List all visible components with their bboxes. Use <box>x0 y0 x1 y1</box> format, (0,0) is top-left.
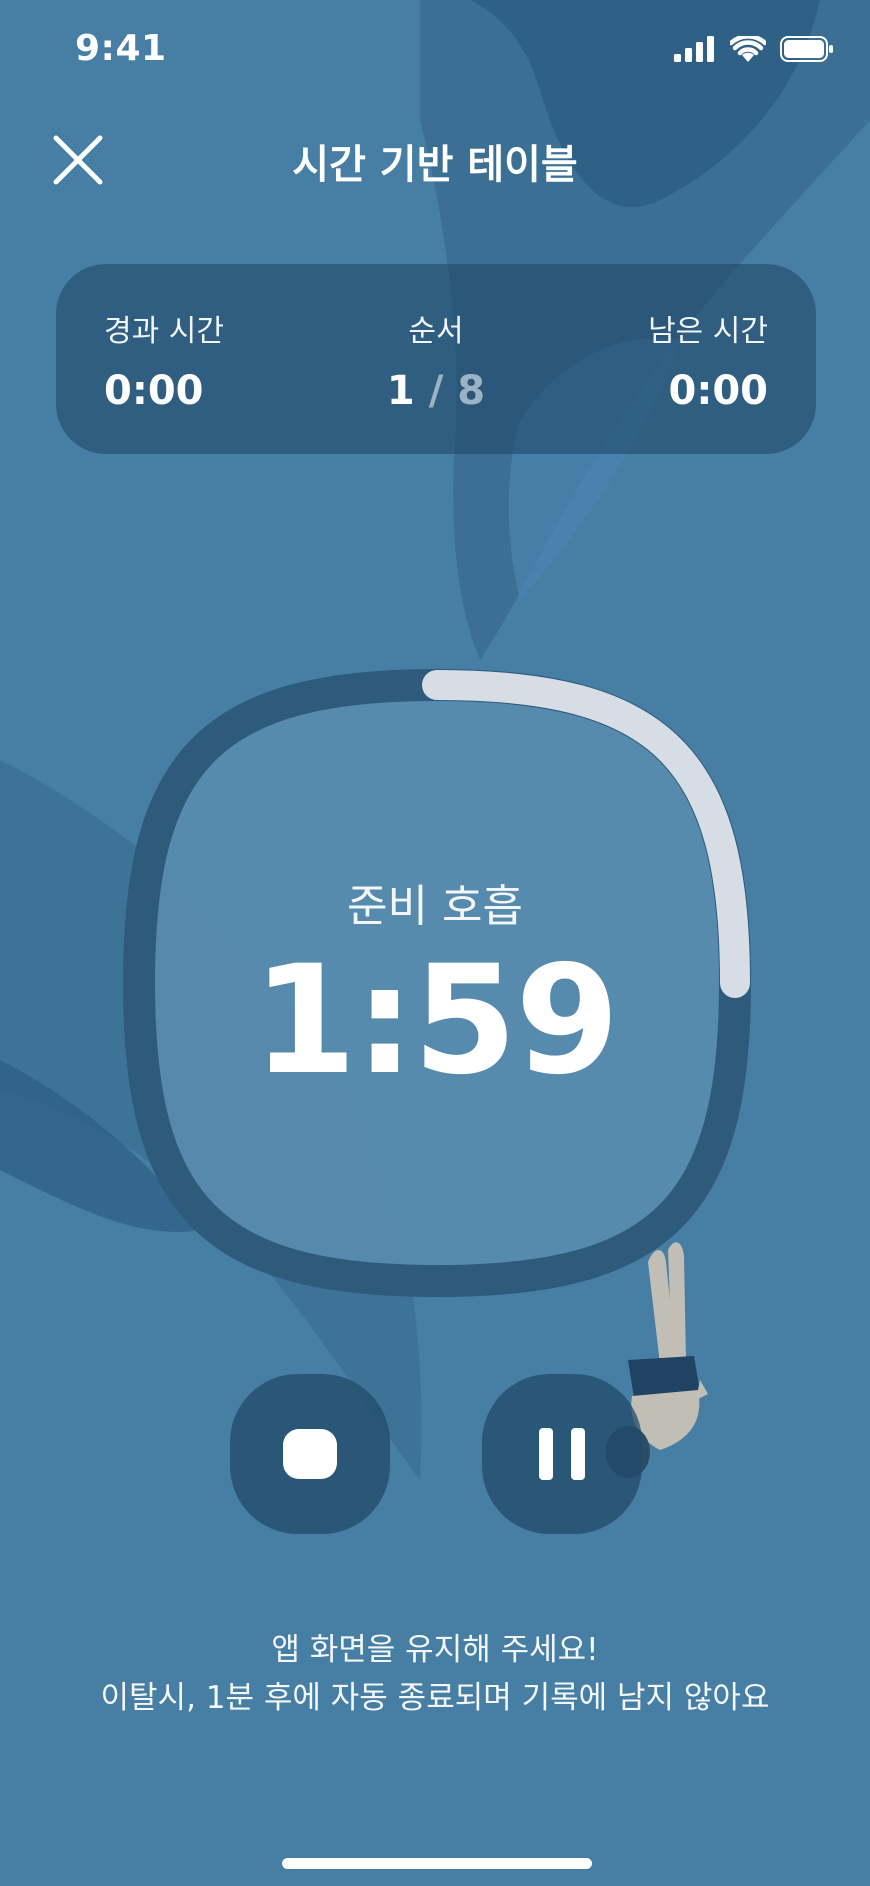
phase-label: 준비 호흡 <box>347 881 523 932</box>
wifi-icon <box>730 36 766 62</box>
order-separator: / <box>428 368 444 414</box>
pause-button[interactable] <box>482 1374 642 1534</box>
status-time: 9:41 <box>75 28 167 69</box>
stats-card: 경과 시간 0:00 순서 1 / 8 남은 시간 0:00 <box>56 264 816 454</box>
stop-icon <box>283 1429 337 1479</box>
remaining-value: 0:00 <box>668 368 769 414</box>
cellular-signal-icon <box>674 36 714 62</box>
status-icons <box>674 36 834 62</box>
pause-icon <box>539 1428 585 1480</box>
remaining-label: 남은 시간 <box>648 314 768 349</box>
timer-value: 1:59 <box>252 934 619 1108</box>
stop-button[interactable] <box>230 1374 390 1534</box>
notice-line-2: 이탈시, 1분 후에 자동 종료되며 기록에 남지 않아요 <box>100 1680 770 1716</box>
home-indicator <box>282 1858 592 1869</box>
notice-text: 앱 화면을 유지해 주세요! 이탈시, 1분 후에 자동 종료되며 기록에 남지… <box>0 1626 870 1722</box>
remaining-stat: 남은 시간 0:00 <box>648 306 768 414</box>
order-current: 1 <box>386 368 415 414</box>
order-total: 8 <box>457 368 486 414</box>
battery-icon <box>780 36 833 62</box>
page-title: 시간 기반 테이블 <box>292 142 578 188</box>
notice-line-1: 앱 화면을 유지해 주세요! <box>271 1632 599 1668</box>
